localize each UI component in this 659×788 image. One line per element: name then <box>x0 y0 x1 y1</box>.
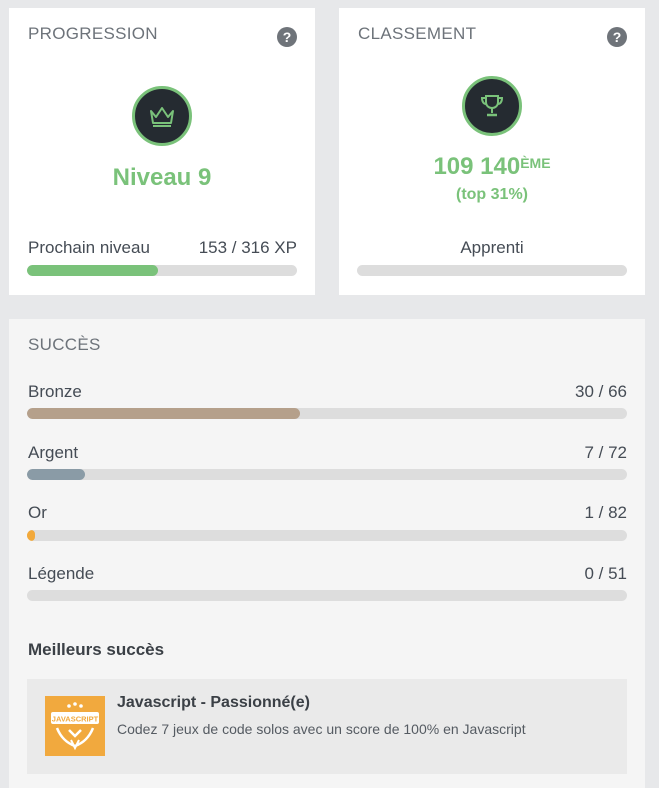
legende-progress-bar <box>27 590 627 601</box>
rank-tier-label: Apprenti <box>460 238 524 257</box>
or-progress-fill <box>27 530 35 541</box>
classement-title: CLASSEMENT <box>358 24 477 43</box>
javascript-badge-image: JAVASCRIPT <box>45 696 105 756</box>
bronze-progress-fill <box>27 408 300 419</box>
argent-progress-bar <box>27 469 627 480</box>
progression-title: PROGRESSION <box>28 24 158 43</box>
bronze-progress-bar <box>27 408 627 419</box>
rank-top-percent: (top 31%) <box>456 186 528 203</box>
level-badge <box>132 86 192 146</box>
best-achievement-item[interactable]: JAVASCRIPT Javascript - Passionné(e) Cod… <box>27 679 627 774</box>
achievement-description: Codez 7 jeux de code solos avec un score… <box>117 721 526 737</box>
argent-progress-fill <box>27 469 86 480</box>
achievements-title: SUCCÈS <box>28 335 101 354</box>
best-achievements-title: Meilleurs succès <box>28 640 165 659</box>
achievements-card: SUCCÈS Bronze 30 / 66 Argent 7 / 72 Or 1… <box>9 319 645 788</box>
legende-label: Légende <box>28 564 95 583</box>
bronze-label: Bronze <box>28 382 82 401</box>
javascript-badge-icon: JAVASCRIPT <box>51 702 99 751</box>
bronze-count: 30 / 66 <box>575 382 627 401</box>
or-progress-bar <box>27 530 627 541</box>
rank-progress-bar <box>357 265 627 276</box>
or-label: Or <box>28 503 47 522</box>
classement-card: CLASSEMENT ? 109 140ÈME (top 31%) Appren… <box>339 8 645 295</box>
argent-count: 7 / 72 <box>584 443 627 462</box>
rank-suffix: ÈME <box>520 155 551 171</box>
rank-text: 109 140ÈME <box>339 153 645 181</box>
next-level-label: Prochain niveau <box>28 238 150 257</box>
crown-icon <box>150 107 174 127</box>
progression-card: PROGRESSION ? Niveau 9 Prochain niveau 1… <box>9 8 315 295</box>
rank-number: 109 140 <box>433 153 521 180</box>
achievement-name: Javascript - Passionné(e) <box>117 694 310 711</box>
level-text: Niveau 9 <box>112 164 212 191</box>
question-mark-icon[interactable]: ? <box>277 27 297 47</box>
argent-label: Argent <box>28 443 79 462</box>
question-mark-icon[interactable]: ? <box>607 27 627 47</box>
level-progress-bar <box>27 265 297 276</box>
xp-value: 153 / 316 XP <box>198 238 297 257</box>
javascript-badge-text: JAVASCRIPT <box>52 715 99 724</box>
level-progress-fill <box>27 265 158 276</box>
trophy-icon <box>480 95 504 117</box>
or-count: 1 / 82 <box>584 503 627 522</box>
rank-badge <box>462 76 522 136</box>
legende-count: 0 / 51 <box>584 564 627 583</box>
